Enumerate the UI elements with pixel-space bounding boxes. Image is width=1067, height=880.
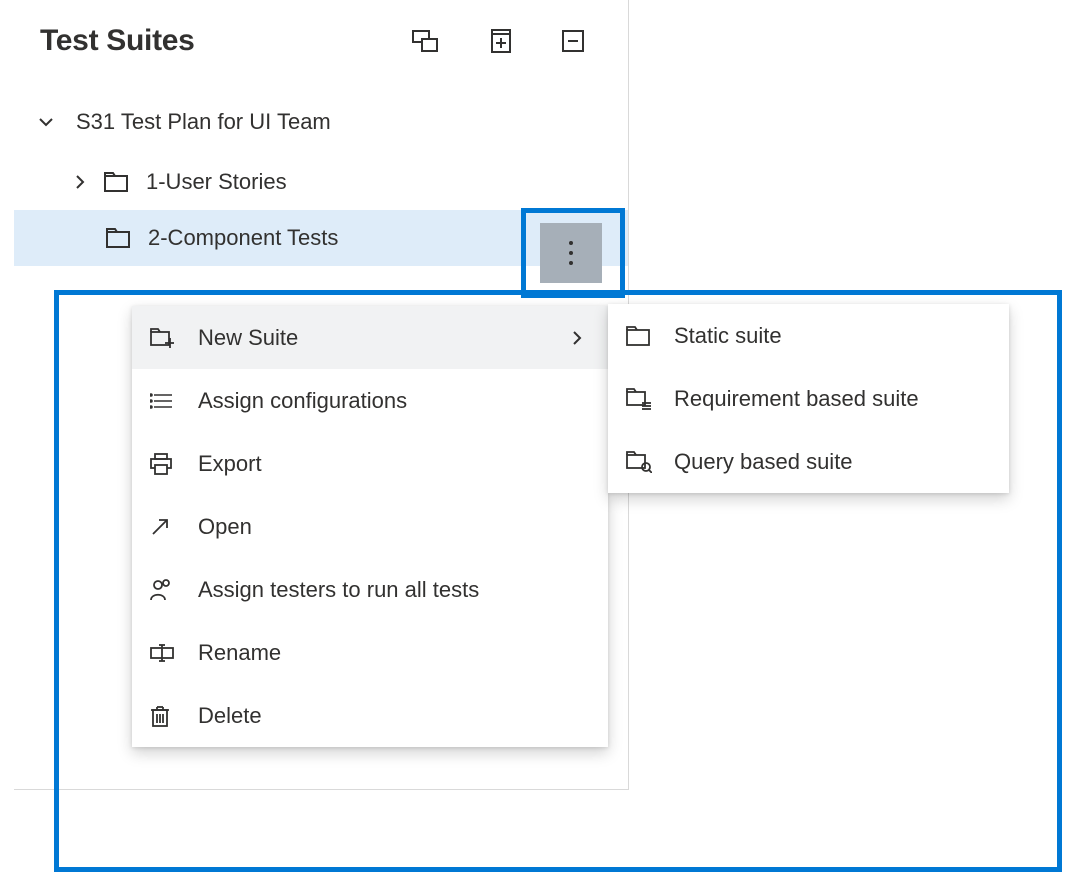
menu-item-delete[interactable]: Delete	[132, 684, 608, 747]
menu-item-open[interactable]: Open	[132, 495, 608, 558]
print-icon	[150, 453, 186, 475]
annotation-highlight-more-button	[521, 208, 625, 298]
menu-item-rename[interactable]: Rename	[132, 621, 608, 684]
panel-toolbar	[412, 28, 606, 54]
rename-icon	[150, 644, 186, 662]
menu-item-label: Rename	[186, 640, 588, 666]
menu-item-assign-testers[interactable]: Assign testers to run all tests	[132, 558, 608, 621]
submenu-item-query-suite[interactable]: Query based suite	[608, 430, 1009, 493]
requirement-suite-icon	[626, 388, 662, 410]
configurations-icon	[150, 392, 186, 410]
tree-item-user-stories[interactable]: 1-User Stories	[14, 154, 628, 210]
folder-icon	[106, 226, 130, 250]
menu-item-label: New Suite	[186, 325, 566, 351]
submenu-item-static-suite[interactable]: Static suite	[608, 304, 1009, 367]
submenu-item-label: Static suite	[662, 323, 989, 349]
menu-item-label: Open	[186, 514, 588, 540]
menu-item-label: Assign configurations	[186, 388, 588, 414]
new-suite-icon	[150, 328, 186, 348]
context-menu: New Suite Assign configurations Export	[132, 306, 608, 747]
menu-item-new-suite[interactable]: New Suite	[132, 306, 608, 369]
delete-icon	[150, 705, 186, 727]
tree-plan-label: S31 Test Plan for UI Team	[60, 109, 628, 135]
layout-icon[interactable]	[412, 28, 438, 54]
tree-item-label: 1-User Stories	[146, 169, 628, 195]
chevron-down-icon	[32, 113, 60, 131]
testers-icon	[150, 579, 186, 601]
more-options-button[interactable]	[540, 223, 602, 283]
submenu-item-requirement-suite[interactable]: Requirement based suite	[608, 367, 1009, 430]
expand-all-icon[interactable]	[486, 28, 512, 54]
menu-item-label: Export	[186, 451, 588, 477]
submenu-item-label: Requirement based suite	[662, 386, 989, 412]
chevron-right-icon	[66, 173, 94, 191]
panel-title: Test Suites	[40, 24, 412, 58]
panel-header: Test Suites	[14, 0, 628, 66]
menu-item-label: Delete	[186, 703, 588, 729]
new-suite-submenu: Static suite Requirement based suite Que…	[608, 304, 1009, 493]
submenu-item-label: Query based suite	[662, 449, 989, 475]
collapse-all-icon[interactable]	[560, 28, 586, 54]
query-suite-icon	[626, 451, 662, 473]
menu-item-assign-configurations[interactable]: Assign configurations	[132, 369, 608, 432]
folder-icon	[104, 170, 128, 194]
menu-item-export[interactable]: Export	[132, 432, 608, 495]
folder-icon	[626, 326, 662, 346]
tree-plan-row[interactable]: S31 Test Plan for UI Team	[14, 94, 628, 150]
open-icon	[150, 517, 186, 537]
menu-item-label: Assign testers to run all tests	[186, 577, 588, 603]
chevron-right-icon	[566, 330, 588, 346]
